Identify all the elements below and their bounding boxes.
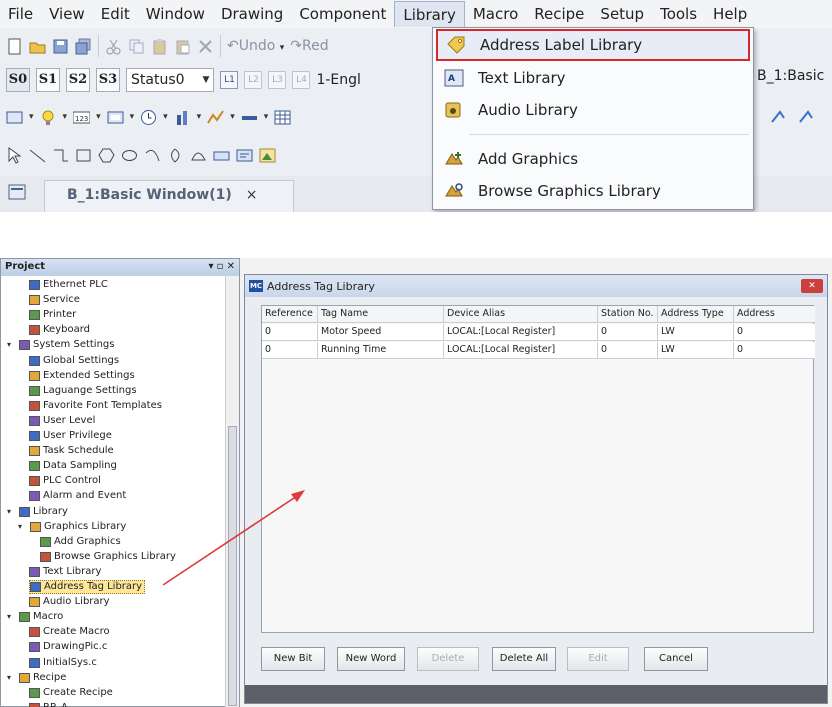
menu-macro[interactable]: Macro xyxy=(465,1,526,27)
library-dropdown-menu: Address Label Library A Text Library Aud… xyxy=(432,27,754,210)
bulb-icon[interactable] xyxy=(40,109,57,126)
state-3-button[interactable]: S3 xyxy=(96,68,120,92)
copy-icon[interactable] xyxy=(128,38,145,55)
menu-edit[interactable]: Edit xyxy=(93,1,138,27)
hmi-object-icon[interactable] xyxy=(6,109,23,126)
picture-tool-icon[interactable] xyxy=(259,147,276,164)
menu-item-label: Browse Graphics Library xyxy=(478,182,661,200)
ellipse-tool-icon[interactable] xyxy=(121,147,138,164)
audio-icon xyxy=(445,102,461,118)
menu-window[interactable]: Window xyxy=(138,1,213,27)
menu-item-address-label-library[interactable]: Address Label Library xyxy=(436,29,750,61)
clock-icon[interactable] xyxy=(140,109,157,126)
menu-item-label: Audio Library xyxy=(478,101,578,119)
menu-item-browse-graphics-library[interactable]: Browse Graphics Library xyxy=(436,175,750,207)
layer-2-button[interactable]: L2 xyxy=(244,71,263,89)
chevron-down-icon: ▼ xyxy=(202,75,210,85)
language-combo[interactable]: 1-Engl xyxy=(316,72,360,88)
menu-bar: File View Edit Window Drawing Component … xyxy=(0,0,832,28)
text-tool-icon[interactable] xyxy=(236,147,253,164)
menu-file[interactable]: File xyxy=(0,1,41,27)
sector-tool-icon[interactable] xyxy=(167,147,184,164)
ascii-object-icon[interactable] xyxy=(107,109,124,126)
menu-item-add-graphics[interactable]: Add Graphics xyxy=(436,143,750,175)
bar-graph-icon[interactable] xyxy=(174,109,191,126)
menu-item-label: Address Label Library xyxy=(480,36,643,54)
editor-window-top: File View Edit Window Drawing Component … xyxy=(0,0,832,212)
cut-icon[interactable] xyxy=(105,38,122,55)
open-folder-icon[interactable] xyxy=(29,38,46,55)
text-icon: A xyxy=(444,69,464,87)
menu-library[interactable]: Library xyxy=(394,1,465,27)
meter-icon[interactable] xyxy=(241,109,258,126)
pointer-icon[interactable] xyxy=(6,146,23,164)
menu-separator xyxy=(469,134,749,135)
state-0-button[interactable]: S0 xyxy=(6,68,30,92)
trend-icon[interactable] xyxy=(207,109,225,126)
layer-4-button[interactable]: L4 xyxy=(292,71,311,89)
table-icon[interactable] xyxy=(274,109,291,126)
arrow-head xyxy=(291,490,305,502)
status-combo[interactable]: Status0 ▼ xyxy=(126,68,215,92)
menu-item-label: Add Graphics xyxy=(478,150,579,168)
scale-tool-icon[interactable] xyxy=(213,147,230,164)
round-rect-tool-icon[interactable] xyxy=(190,147,207,164)
undo-label: Undo xyxy=(238,38,276,54)
toolbar-separator xyxy=(98,35,99,57)
menu-tools[interactable]: Tools xyxy=(652,1,705,27)
browse-graphics-icon xyxy=(445,183,463,197)
polyline-tool-icon[interactable] xyxy=(52,147,69,164)
redo-button[interactable]: ↷Red xyxy=(290,38,328,54)
paste-icon[interactable] xyxy=(151,38,168,55)
tab-basic-window-label: B_1:Basic Window(1) xyxy=(67,187,232,203)
undo-button[interactable]: ↶Undo ▾ xyxy=(227,38,284,54)
layer-3-button[interactable]: L3 xyxy=(268,71,287,89)
tag-icon xyxy=(447,36,465,54)
menu-setup[interactable]: Setup xyxy=(592,1,652,27)
align-alt-icon[interactable] xyxy=(798,108,818,126)
layer-1-button[interactable]: L1 xyxy=(220,71,239,89)
polygon-tool-icon[interactable] xyxy=(98,147,115,164)
editor-window-bottom: Project ▾ ▫ ✕ Ethernet PLC Service Printer… xyxy=(0,258,832,707)
window-combo[interactable]: B_1:Basic xyxy=(757,68,824,84)
redo-label: Red xyxy=(302,38,329,54)
menu-item-text-library[interactable]: A Text Library xyxy=(436,62,750,94)
close-icon[interactable]: × xyxy=(246,187,258,203)
paste-special-icon[interactable] xyxy=(174,38,191,55)
menu-component[interactable]: Component xyxy=(291,1,394,27)
new-file-icon[interactable] xyxy=(6,38,23,55)
toolbar-separator xyxy=(220,35,221,57)
status-combo-value: Status0 xyxy=(131,72,185,88)
arrow-line xyxy=(162,493,301,586)
save-all-icon[interactable] xyxy=(75,38,92,55)
annotation-arrow xyxy=(162,490,305,586)
numeric-input-icon[interactable]: 123 xyxy=(73,109,91,126)
save-icon[interactable] xyxy=(52,38,69,55)
menu-recipe[interactable]: Recipe xyxy=(526,1,592,27)
menu-drawing[interactable]: Drawing xyxy=(213,1,291,27)
arc-tool-icon[interactable] xyxy=(144,147,161,164)
tab-basic-window[interactable]: B_1:Basic Window(1) × xyxy=(44,180,294,212)
window-list-icon[interactable] xyxy=(8,184,26,200)
line-tool-icon[interactable] xyxy=(29,147,46,164)
menu-item-label: Text Library xyxy=(478,69,566,87)
state-1-button[interactable]: S1 xyxy=(36,68,60,92)
state-2-button[interactable]: S2 xyxy=(66,68,90,92)
rectangle-tool-icon[interactable] xyxy=(75,147,92,164)
numeric-icon-label: 123 xyxy=(75,115,88,123)
add-graphics-icon xyxy=(445,152,463,165)
delete-icon[interactable] xyxy=(197,38,214,55)
menu-item-audio-library[interactable]: Audio Library xyxy=(436,94,750,126)
menu-help[interactable]: Help xyxy=(705,1,755,27)
svg-text:A: A xyxy=(448,74,455,84)
menu-view[interactable]: View xyxy=(41,1,93,27)
align-icon[interactable] xyxy=(770,108,790,126)
